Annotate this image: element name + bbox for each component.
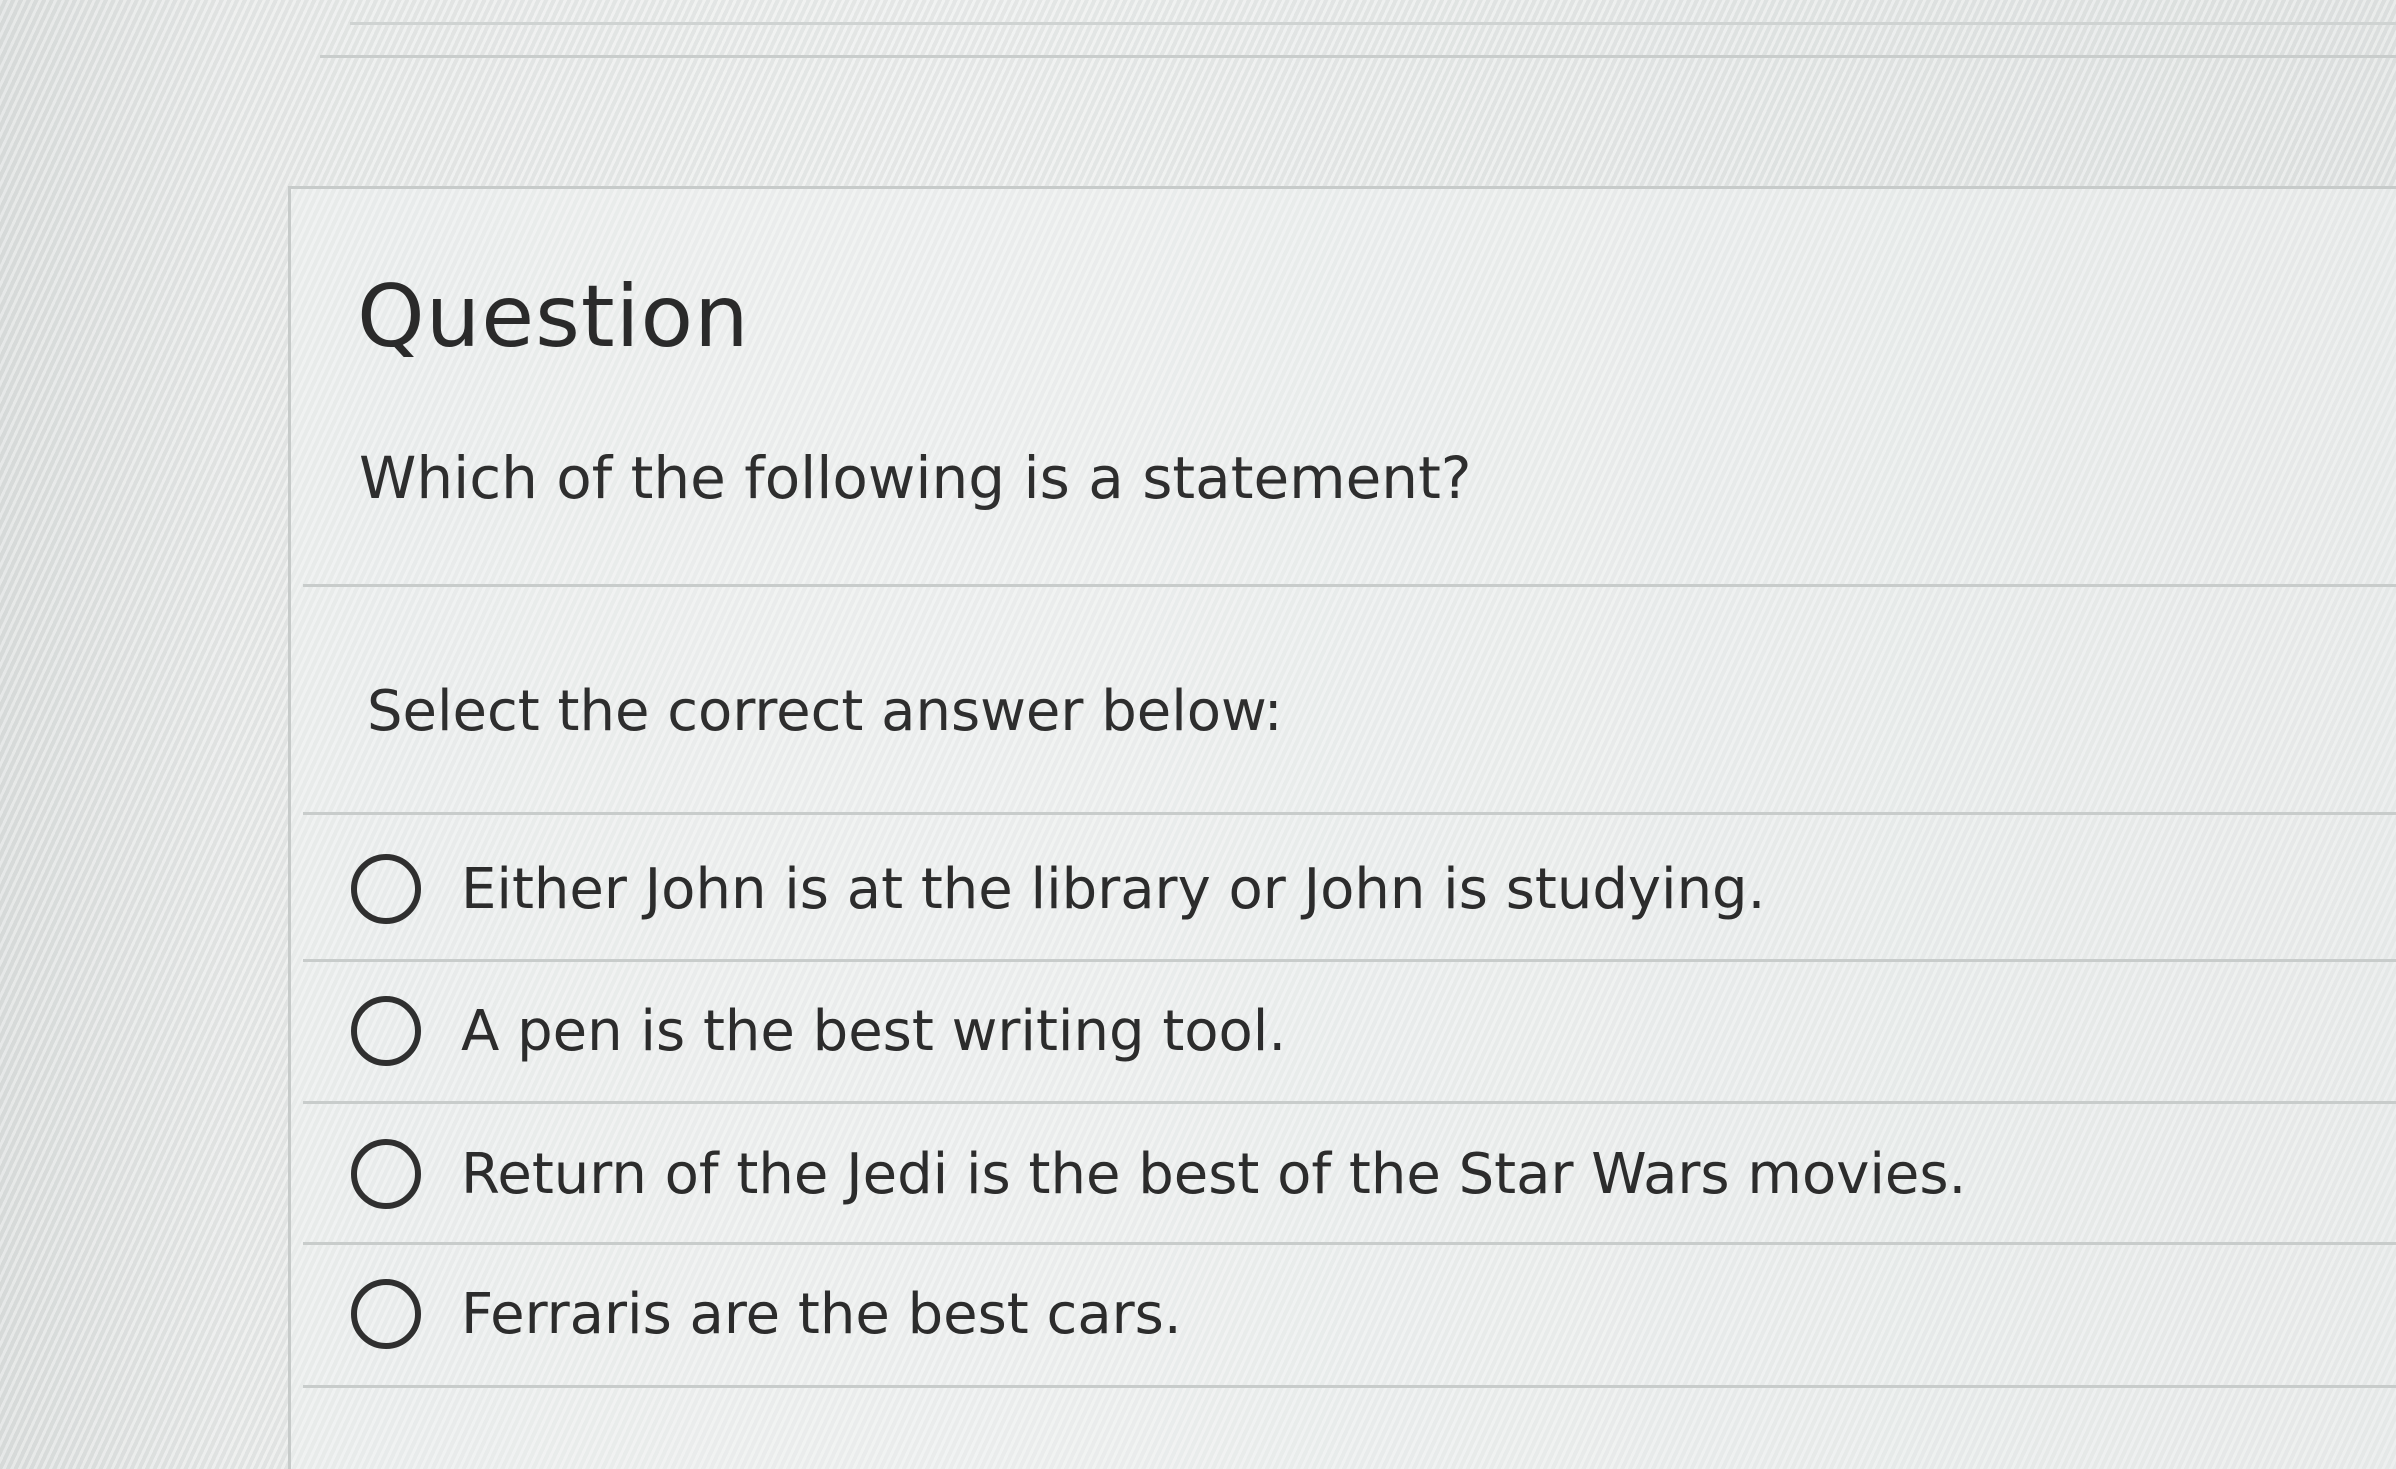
top-panel-edge [320,0,2396,58]
answer-option-label: Return of the Jedi is the best of the St… [461,1141,1967,1207]
answer-option-1[interactable]: Either John is at the library or John is… [351,819,2396,959]
answer-instruction: Select the correct answer below: [367,679,1283,744]
answer-option-4[interactable]: Ferraris are the best cars. [351,1244,2396,1384]
option-divider [303,1385,2396,1388]
radio-unchecked-icon[interactable] [351,1279,421,1349]
answer-option-2[interactable]: A pen is the best writing tool. [351,961,2396,1101]
question-heading: Question [357,267,750,367]
radio-unchecked-icon[interactable] [351,1139,421,1209]
section-divider [303,584,2396,587]
radio-unchecked-icon[interactable] [351,996,421,1066]
answer-option-label: Either John is at the library or John is… [461,856,1766,922]
options-top-divider [303,812,2396,815]
radio-unchecked-icon[interactable] [351,854,421,924]
question-text: Which of the following is a statement? [359,444,1472,512]
answer-option-3[interactable]: Return of the Jedi is the best of the St… [351,1104,2396,1244]
question-card: Question Which of the following is a sta… [288,186,2396,1469]
top-panel-divider [350,22,2396,25]
answer-option-label: Ferraris are the best cars. [461,1281,1182,1347]
answer-option-label: A pen is the best writing tool. [461,998,1287,1064]
